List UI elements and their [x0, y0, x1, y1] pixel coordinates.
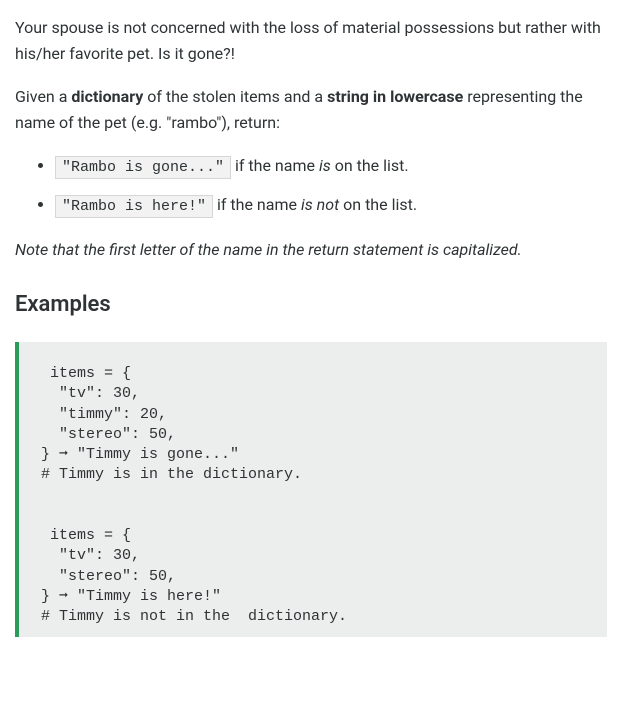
intro-paragraph-2: Given a dictionary of the stolen items a… [15, 84, 607, 135]
code-here: "Rambo is here!" [55, 195, 213, 218]
code-gone: "Rambo is gone..." [55, 156, 231, 179]
text-fragment: if the name [231, 156, 319, 175]
text-fragment: of the stolen items and a [143, 87, 327, 106]
list-item: "Rambo is gone..." if the name is on the… [55, 153, 607, 180]
text-fragment: on the list. [331, 156, 409, 175]
note-paragraph: Note that the first letter of the name i… [15, 237, 607, 263]
text-fragment: if the name [213, 195, 301, 214]
emphasis-is: is [319, 156, 331, 175]
text-fragment: Given a [15, 87, 71, 106]
examples-code-block: items = { "tv": 30, "timmy": 20, "stereo… [15, 342, 607, 637]
list-item: "Rambo is here!" if the name is not on t… [55, 192, 607, 219]
text-fragment: on the list. [339, 195, 417, 214]
examples-heading: Examples [15, 287, 607, 322]
bold-string-lowercase: string in lowercase [327, 87, 463, 106]
emphasis-is-not: is not [301, 195, 339, 214]
return-list: "Rambo is gone..." if the name is on the… [15, 153, 607, 219]
bold-dictionary: dictionary [71, 87, 143, 106]
intro-paragraph-1: Your spouse is not concerned with the lo… [15, 15, 607, 66]
